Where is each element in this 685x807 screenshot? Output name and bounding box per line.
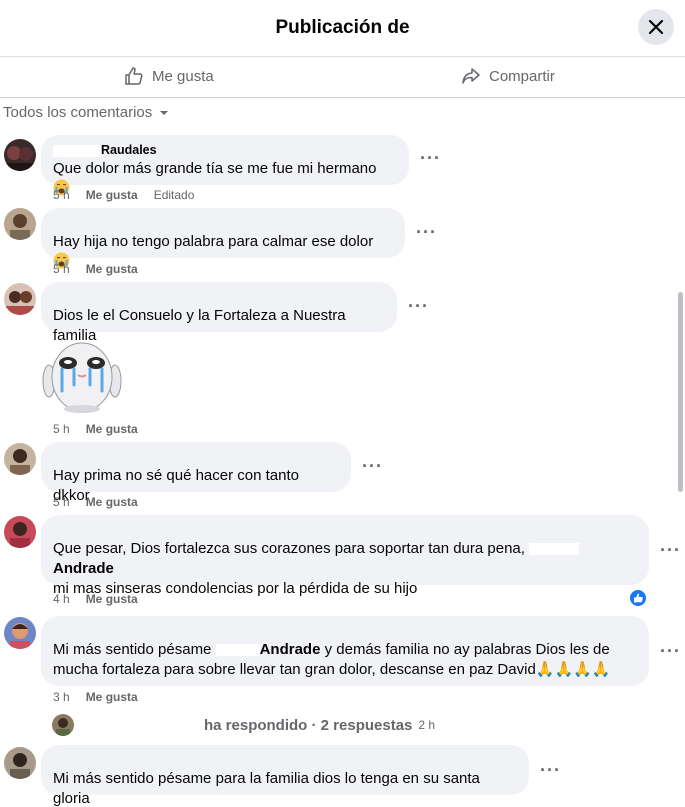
comment-meta: 4 h Me gusta [53, 592, 138, 606]
mentioned-name[interactable]: Andrade [260, 641, 321, 658]
avatar[interactable] [4, 516, 36, 548]
comment-options-button[interactable]: ··· [540, 760, 561, 781]
comment-like-link[interactable]: Me gusta [86, 422, 138, 436]
comment-text: Que pesar, Dios fortalezca sus corazones… [53, 539, 637, 599]
share-label: Compartir [489, 67, 555, 85]
comment-bubble: Mi más sentido pésame Andrade y demás fa… [41, 616, 649, 686]
sticker-crying-bunny [40, 333, 124, 417]
comment-time[interactable]: 3 h [53, 690, 70, 704]
like-button[interactable]: Me gusta [124, 66, 214, 86]
comment-text: Mi más sentido pésame Andrade y demás fa… [53, 641, 611, 678]
share-icon [462, 68, 480, 84]
comments-filter-label: Todos los comentarios [3, 104, 153, 121]
comment-like-link[interactable]: Me gusta [86, 690, 138, 704]
comment-like-link[interactable]: Me gusta [86, 495, 138, 509]
comment-time[interactable]: 5 h [53, 422, 70, 436]
mentioned-name[interactable]: Andrade [53, 560, 114, 577]
comment-options-button[interactable]: ··· [416, 222, 437, 243]
comment-author[interactable]: Raudales [53, 143, 397, 159]
comment-options-button[interactable]: ··· [420, 148, 441, 169]
post-actions-bar: Me gusta Compartir [0, 57, 685, 98]
comment-bubble: Que pesar, Dios fortalezca sus corazones… [41, 515, 649, 597]
comment-bubble: Raudales Que dolor más grande tía se me … [41, 135, 409, 196]
comment-meta: 5 h Me gusta [53, 262, 138, 276]
replies-label: ha respondido · 2 respuestas [204, 716, 413, 734]
comment-author[interactable] [53, 450, 339, 466]
comment-time[interactable]: 5 h [53, 495, 70, 509]
post-header: Publicación de [0, 0, 685, 57]
comment-time[interactable]: 5 h [53, 188, 70, 202]
comment-author[interactable] [53, 523, 637, 539]
avatar[interactable] [4, 139, 36, 171]
avatar[interactable] [4, 208, 36, 240]
caret-down-icon [160, 110, 169, 115]
comment-bubble: Dios le el Consuelo y la Fortaleza a Nue… [41, 282, 397, 344]
comment-author[interactable] [53, 290, 385, 306]
comment-options-button[interactable]: ··· [660, 641, 681, 662]
comment-meta: 5 h Me gusta Editado [53, 188, 194, 202]
comment-bubble: Hay prima no sé qué hacer con tanto dkko… [41, 442, 351, 504]
view-replies-link[interactable]: ha respondido · 2 respuestas 2 h [52, 714, 435, 736]
comment-author[interactable] [53, 216, 393, 232]
thumbs-up-icon [634, 593, 643, 603]
close-icon [648, 19, 664, 35]
comment-text: Mi más sentido pésame para la familia di… [53, 770, 480, 807]
like-reaction-badge[interactable] [629, 589, 647, 607]
close-button[interactable] [638, 9, 674, 45]
comment-options-button[interactable]: ··· [408, 296, 429, 317]
comments-filter-dropdown[interactable]: Todos los comentarios [3, 104, 170, 121]
comment-meta: 3 h Me gusta [53, 690, 138, 704]
share-button[interactable]: Compartir [461, 66, 555, 86]
avatar[interactable] [4, 747, 36, 779]
thumbs-up-icon [125, 67, 143, 85]
comment-options-button[interactable]: ··· [362, 456, 383, 477]
edited-label: Editado [153, 188, 195, 202]
comment-like-link[interactable]: Me gusta [86, 262, 138, 276]
comment-time[interactable]: 4 h [53, 592, 70, 606]
praying-hands-icon: 🙏🙏🙏🙏 [535, 661, 611, 678]
page-title: Publicación de [275, 17, 410, 38]
comment-time[interactable]: 5 h [53, 262, 70, 276]
comment-meta: 5 h Me gusta [53, 422, 138, 436]
comment-like-link[interactable]: Me gusta [86, 592, 138, 606]
comment-author[interactable] [53, 753, 517, 769]
comment-author[interactable] [53, 624, 637, 640]
comment-meta: 5 h Me gusta [53, 495, 138, 509]
comment-bubble: Mi más sentido pésame para la familia di… [41, 745, 529, 807]
avatar[interactable] [4, 283, 36, 315]
comment-bubble: Hay hija no tengo palabra para calmar es… [41, 208, 405, 269]
scrollbar[interactable] [678, 292, 683, 492]
avatar[interactable] [4, 443, 36, 475]
comment-like-link[interactable]: Me gusta [86, 188, 138, 202]
comment-options-button[interactable]: ··· [660, 540, 681, 561]
avatar [52, 714, 74, 736]
replies-time: 2 h [418, 718, 436, 732]
avatar[interactable] [4, 617, 36, 649]
like-label: Me gusta [152, 67, 214, 85]
